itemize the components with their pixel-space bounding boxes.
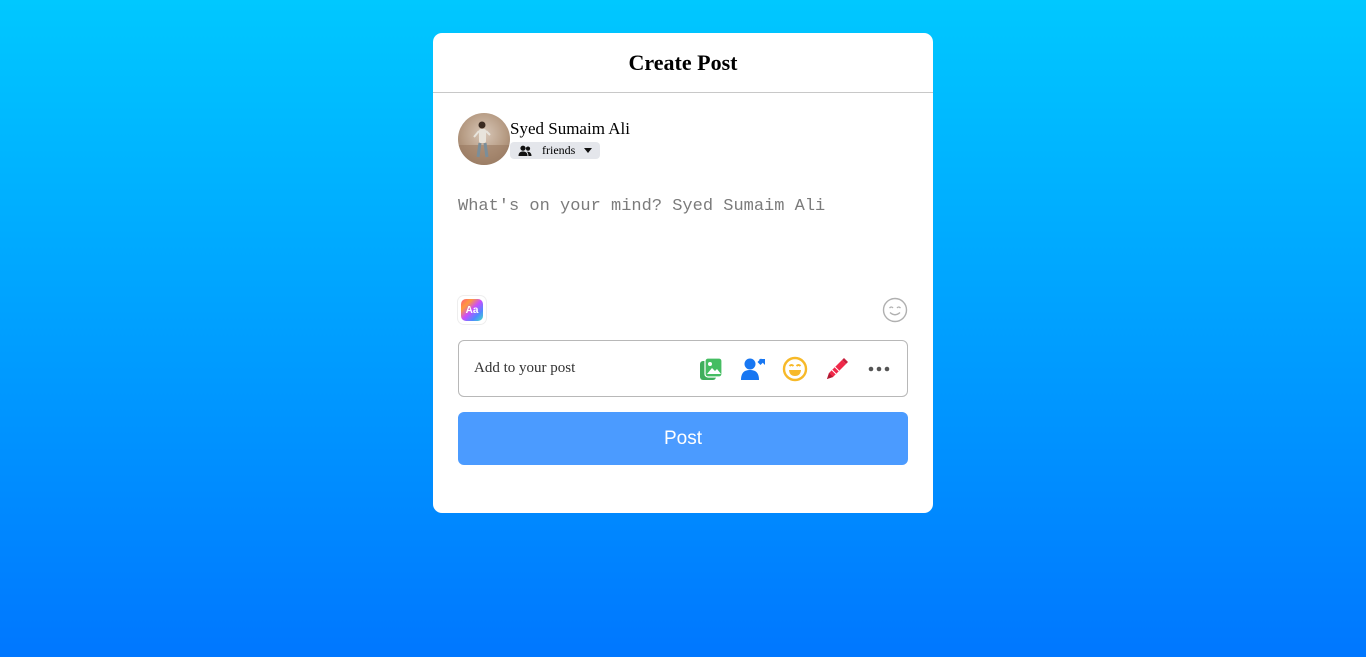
smiley-icon[interactable]: [882, 297, 908, 323]
text-background-label: Aa: [461, 299, 483, 321]
add-to-post-label: Add to your post: [474, 360, 576, 376]
add-to-post-icons: [698, 356, 892, 382]
text-background-icon[interactable]: Aa: [458, 296, 486, 324]
dialog-header: Create Post: [433, 33, 933, 93]
marker-icon[interactable]: [824, 356, 850, 382]
caret-down-icon: [584, 148, 593, 153]
friends-icon: [518, 145, 532, 157]
composer-tools: Aa: [458, 295, 908, 325]
post-text-input[interactable]: [458, 197, 908, 287]
tag-people-icon[interactable]: [740, 356, 766, 382]
dialog-body: Syed Sumaim Ali friends What's on your m…: [433, 93, 933, 465]
user-row: Syed Sumaim Ali friends: [458, 113, 908, 165]
more-icon[interactable]: [866, 356, 892, 382]
photo-video-icon[interactable]: [698, 356, 724, 382]
user-name: Syed Sumaim Ali: [510, 119, 630, 138]
audience-label: friends: [542, 143, 576, 157]
user-meta: Syed Sumaim Ali friends: [510, 113, 630, 162]
create-post-dialog: Create Post Syed Sumaim Ali friends What…: [433, 33, 933, 513]
add-to-post-box: Add to your post: [458, 340, 908, 397]
dialog-title: Create Post: [628, 49, 738, 75]
post-button[interactable]: Post: [458, 412, 908, 465]
audience-selector[interactable]: friends: [510, 142, 601, 159]
feeling-icon[interactable]: [782, 356, 808, 382]
avatar: [458, 113, 510, 165]
